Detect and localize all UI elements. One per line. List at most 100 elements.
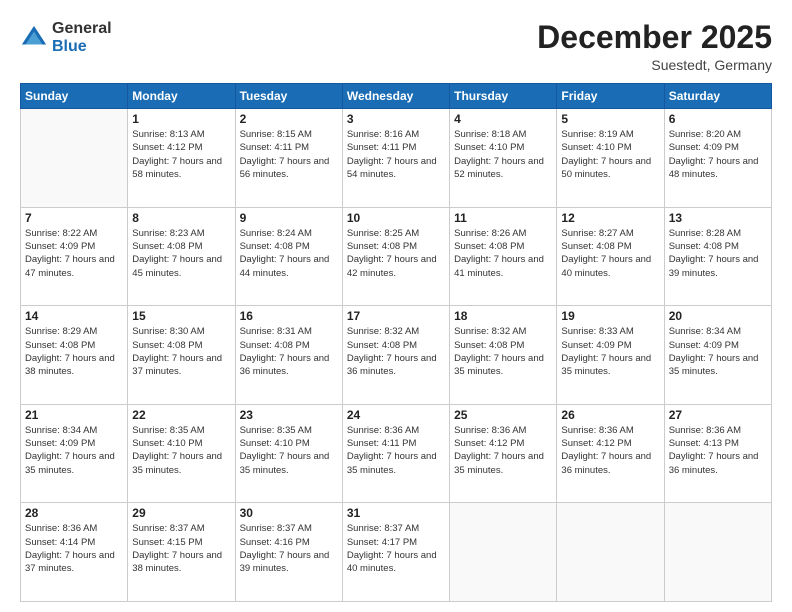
calendar-cell [557,503,664,602]
calendar-table: SundayMondayTuesdayWednesdayThursdayFrid… [20,83,772,602]
logo-blue-text: Blue [52,38,112,56]
calendar-cell: 3 Sunrise: 8:16 AM Sunset: 4:11 PM Daylig… [342,109,449,208]
logo-general-text: General [52,20,112,38]
header: General Blue December 2025 Suestedt, Ger… [20,20,772,73]
calendar-cell: 25 Sunrise: 8:36 AM Sunset: 4:12 PM Dayli… [450,404,557,503]
day-number: 7 [25,211,123,225]
cell-info: Sunrise: 8:35 AM Sunset: 4:10 PM Dayligh… [132,424,230,477]
column-header-friday: Friday [557,84,664,109]
calendar-cell: 24Sunrise: 8:36 AM Sunset: 4:11 PM Dayli… [342,404,449,503]
logo-text: General Blue [52,20,112,55]
cell-info: Sunrise: 8:36 AM Sunset: 4:12 PM Dayligh… [561,424,659,477]
calendar-cell: 22 Sunrise: 8:35 AM Sunset: 4:10 PM Dayli… [128,404,235,503]
cell-info: Sunrise: 8:27 AM Sunset: 4:08 PM Dayligh… [561,227,659,280]
calendar-cell: 7 Sunrise: 8:22 AM Sunset: 4:09 PM Daylig… [21,207,128,306]
calendar-week-row: 7 Sunrise: 8:22 AM Sunset: 4:09 PM Daylig… [21,207,772,306]
calendar-cell: 1 Sunrise: 8:13 AM Sunset: 4:12 PM Daylig… [128,109,235,208]
cell-info: Sunrise: 8:16 AM Sunset: 4:11 PM Dayligh… [347,128,445,181]
day-number: 14 [25,309,123,323]
calendar-cell: 30 Sunrise: 8:37 AM Sunset: 4:16 PM Dayli… [235,503,342,602]
calendar-cell: 4 Sunrise: 8:18 AM Sunset: 4:10 PM Daylig… [450,109,557,208]
day-number: 17 [347,309,445,323]
calendar-cell: 16 Sunrise: 8:31 AM Sunset: 4:08 PM Dayli… [235,306,342,405]
day-number: 11 [454,211,552,225]
day-number: 3 [347,112,445,126]
cell-info: Sunrise: 8:26 AM Sunset: 4:08 PM Dayligh… [454,227,552,280]
cell-info: Sunrise: 8:37 AM Sunset: 4:15 PM Dayligh… [132,522,230,575]
day-number: 23 [240,408,338,422]
calendar-cell: 23 Sunrise: 8:35 AM Sunset: 4:10 PM Dayli… [235,404,342,503]
day-number: 25 [454,408,552,422]
day-number: 28 [25,506,123,520]
cell-info: Sunrise: 8:37 AM Sunset: 4:17 PM Dayligh… [347,522,445,575]
day-number: 4 [454,112,552,126]
calendar-cell: 26 Sunrise: 8:36 AM Sunset: 4:12 PM Dayli… [557,404,664,503]
calendar-cell [664,503,771,602]
cell-info: Sunrise: 8:33 AM Sunset: 4:09 PM Dayligh… [561,325,659,378]
day-number: 9 [240,211,338,225]
calendar-week-row: 21 Sunrise: 8:34 AM Sunset: 4:09 PM Dayli… [21,404,772,503]
calendar-cell: 19Sunrise: 8:33 AM Sunset: 4:09 PM Dayli… [557,306,664,405]
location-subtitle: Suestedt, Germany [537,57,772,73]
day-number: 27 [669,408,767,422]
cell-info: Sunrise: 8:31 AM Sunset: 4:08 PM Dayligh… [240,325,338,378]
calendar-cell: 15Sunrise: 8:30 AM Sunset: 4:08 PM Dayli… [128,306,235,405]
cell-info: Sunrise: 8:13 AM Sunset: 4:12 PM Dayligh… [132,128,230,181]
cell-info: Sunrise: 8:20 AM Sunset: 4:09 PM Dayligh… [669,128,767,181]
day-number: 26 [561,408,659,422]
day-number: 30 [240,506,338,520]
cell-info: Sunrise: 8:23 AM Sunset: 4:08 PM Dayligh… [132,227,230,280]
cell-info: Sunrise: 8:36 AM Sunset: 4:14 PM Dayligh… [25,522,123,575]
day-number: 21 [25,408,123,422]
cell-info: Sunrise: 8:22 AM Sunset: 4:09 PM Dayligh… [25,227,123,280]
cell-info: Sunrise: 8:36 AM Sunset: 4:12 PM Dayligh… [454,424,552,477]
day-number: 13 [669,211,767,225]
day-number: 16 [240,309,338,323]
calendar-cell: 5Sunrise: 8:19 AM Sunset: 4:10 PM Daylig… [557,109,664,208]
cell-info: Sunrise: 8:25 AM Sunset: 4:08 PM Dayligh… [347,227,445,280]
calendar-cell [450,503,557,602]
calendar-cell: 11 Sunrise: 8:26 AM Sunset: 4:08 PM Dayli… [450,207,557,306]
calendar-week-row: 1 Sunrise: 8:13 AM Sunset: 4:12 PM Daylig… [21,109,772,208]
day-number: 22 [132,408,230,422]
calendar-week-row: 14 Sunrise: 8:29 AM Sunset: 4:08 PM Dayli… [21,306,772,405]
calendar-cell: 29 Sunrise: 8:37 AM Sunset: 4:15 PM Dayli… [128,503,235,602]
cell-info: Sunrise: 8:36 AM Sunset: 4:11 PM Dayligh… [347,424,445,477]
calendar-cell: 14 Sunrise: 8:29 AM Sunset: 4:08 PM Dayli… [21,306,128,405]
cell-info: Sunrise: 8:18 AM Sunset: 4:10 PM Dayligh… [454,128,552,181]
calendar-cell: 6Sunrise: 8:20 AM Sunset: 4:09 PM Daylig… [664,109,771,208]
day-number: 1 [132,112,230,126]
day-number: 8 [132,211,230,225]
cell-info: Sunrise: 8:37 AM Sunset: 4:16 PM Dayligh… [240,522,338,575]
cell-info: Sunrise: 8:34 AM Sunset: 4:09 PM Dayligh… [669,325,767,378]
day-number: 18 [454,309,552,323]
column-header-wednesday: Wednesday [342,84,449,109]
cell-info: Sunrise: 8:30 AM Sunset: 4:08 PM Dayligh… [132,325,230,378]
day-number: 20 [669,309,767,323]
column-header-sunday: Sunday [21,84,128,109]
day-number: 29 [132,506,230,520]
cell-info: Sunrise: 8:32 AM Sunset: 4:08 PM Dayligh… [347,325,445,378]
calendar-cell [21,109,128,208]
calendar-cell: 12Sunrise: 8:27 AM Sunset: 4:08 PM Dayli… [557,207,664,306]
calendar-cell: 20 Sunrise: 8:34 AM Sunset: 4:09 PM Dayli… [664,306,771,405]
logo-icon [20,24,48,52]
cell-info: Sunrise: 8:29 AM Sunset: 4:08 PM Dayligh… [25,325,123,378]
cell-info: Sunrise: 8:28 AM Sunset: 4:08 PM Dayligh… [669,227,767,280]
calendar-cell: 9Sunrise: 8:24 AM Sunset: 4:08 PM Daylig… [235,207,342,306]
month-title: December 2025 [537,20,772,55]
day-number: 5 [561,112,659,126]
column-header-monday: Monday [128,84,235,109]
column-header-thursday: Thursday [450,84,557,109]
calendar-cell: 21 Sunrise: 8:34 AM Sunset: 4:09 PM Dayli… [21,404,128,503]
cell-info: Sunrise: 8:35 AM Sunset: 4:10 PM Dayligh… [240,424,338,477]
calendar-cell: 10 Sunrise: 8:25 AM Sunset: 4:08 PM Dayli… [342,207,449,306]
calendar-cell: 28 Sunrise: 8:36 AM Sunset: 4:14 PM Dayli… [21,503,128,602]
day-number: 10 [347,211,445,225]
calendar-cell: 13 Sunrise: 8:28 AM Sunset: 4:08 PM Dayli… [664,207,771,306]
day-number: 31 [347,506,445,520]
cell-info: Sunrise: 8:36 AM Sunset: 4:13 PM Dayligh… [669,424,767,477]
column-header-saturday: Saturday [664,84,771,109]
cell-info: Sunrise: 8:32 AM Sunset: 4:08 PM Dayligh… [454,325,552,378]
cell-info: Sunrise: 8:34 AM Sunset: 4:09 PM Dayligh… [25,424,123,477]
